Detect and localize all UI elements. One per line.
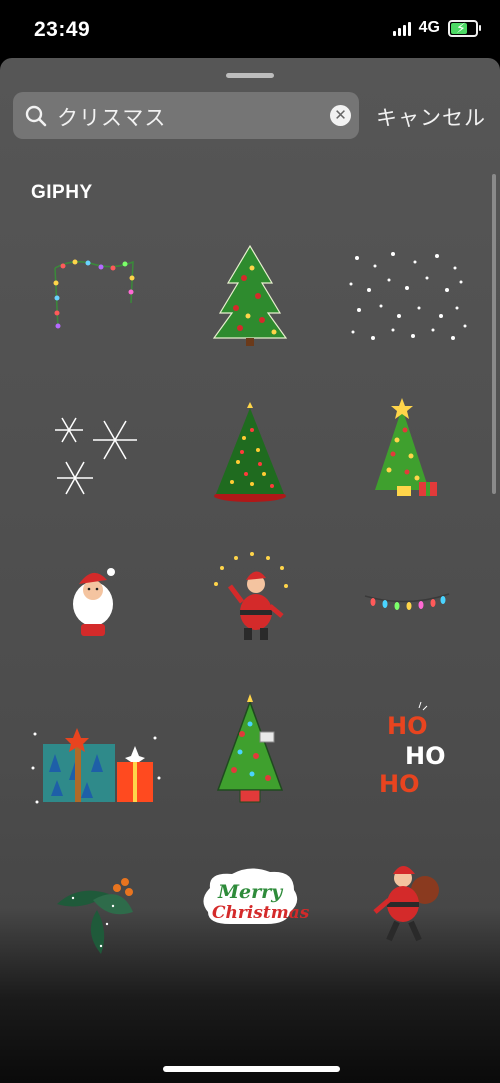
cancel-button[interactable]: キャンセル: [376, 102, 486, 132]
snowflakes-sticker[interactable]: [13, 378, 173, 518]
cartoon-christmas-tree-sticker[interactable]: [170, 678, 330, 818]
status-bar: 23:49 4G ⚡: [0, 0, 500, 58]
search-input[interactable]: クリスマス: [57, 102, 166, 132]
ho-text-1: HO: [387, 712, 428, 740]
scrollbar[interactable]: [492, 174, 496, 494]
decorated-tree-with-gifts-sticker[interactable]: [170, 378, 330, 518]
christmas-text: Christmas: [212, 903, 310, 923]
ho-ho-ho-sticker[interactable]: HO HO HO: [327, 678, 487, 818]
battery-icon: ⚡: [448, 19, 481, 37]
dancing-santa-sticker[interactable]: [170, 528, 330, 668]
snow-pattern-sticker[interactable]: [13, 978, 173, 1083]
status-indicators: 4G ⚡: [392, 19, 481, 37]
merry-christmas-sticker[interactable]: Merry Christmas: [170, 828, 330, 968]
ho-text-2: HO: [405, 742, 446, 770]
close-icon[interactable]: ✕: [330, 105, 351, 126]
search-field[interactable]: クリスマス ✕: [13, 92, 359, 139]
running-santa-sticker[interactable]: [327, 828, 487, 968]
cellular-signal-icon: [392, 20, 411, 36]
christmas-lights-frame-sticker[interactable]: [13, 228, 173, 368]
santa-with-presents-sticker[interactable]: [327, 978, 487, 1083]
gift-boxes-sticker[interactable]: [13, 678, 173, 818]
section-title: GIPHY: [31, 182, 93, 203]
christmas-tree-with-star-sticker[interactable]: [327, 378, 487, 518]
christmas-tree-sticker[interactable]: [170, 228, 330, 368]
network-type: 4G: [418, 19, 440, 36]
merry-text: Merry: [217, 881, 284, 903]
ho-text-3: HO: [379, 770, 420, 798]
sticker-search-sheet: クリスマス ✕ キャンセル GIPHY HO HO HO Merry Chris…: [0, 58, 500, 1083]
status-time: 23:49: [34, 18, 91, 41]
falling-snow-sticker[interactable]: [327, 228, 487, 368]
string-lights-sticker[interactable]: [327, 528, 487, 668]
holly-leaves-sticker[interactable]: [13, 828, 173, 968]
search-icon: [25, 105, 47, 127]
santa-face-sticker[interactable]: [13, 528, 173, 668]
sheet-grabber[interactable]: [226, 73, 274, 78]
home-indicator[interactable]: [163, 1066, 340, 1072]
